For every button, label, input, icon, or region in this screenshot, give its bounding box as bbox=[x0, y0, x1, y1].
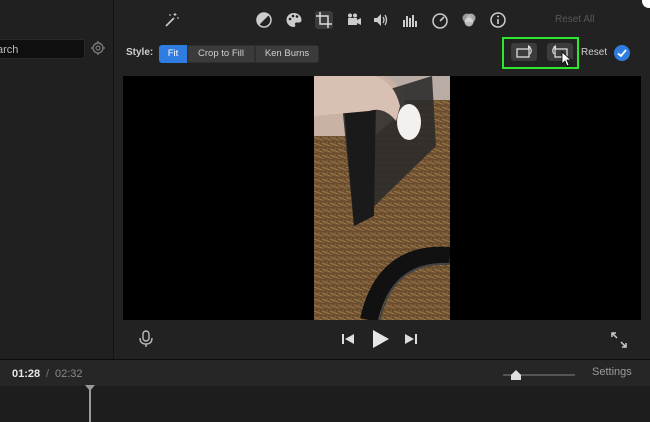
timeline-header bbox=[0, 360, 650, 386]
mouse-cursor-icon bbox=[561, 51, 573, 67]
color-balance-icon[interactable] bbox=[255, 11, 273, 29]
search-input[interactable] bbox=[0, 42, 77, 56]
viewer-panel: Reset All Style: Fit Crop to Fill Ken Bu… bbox=[114, 0, 650, 360]
skip-forward-icon[interactable] bbox=[404, 332, 418, 346]
style-label: Style: bbox=[126, 47, 154, 58]
magic-wand-icon[interactable] bbox=[162, 11, 180, 29]
speed-icon[interactable] bbox=[431, 11, 449, 29]
video-frame bbox=[314, 76, 450, 320]
timeline-area[interactable] bbox=[0, 386, 650, 422]
filter-icon[interactable] bbox=[460, 11, 478, 29]
adjustments-toolbar: Reset All bbox=[114, 0, 650, 38]
microphone-icon[interactable] bbox=[138, 330, 154, 348]
video-camera-icon[interactable] bbox=[344, 11, 362, 29]
style-crop-to-fill-button[interactable]: Crop to Fill bbox=[187, 45, 255, 63]
library-panel bbox=[0, 0, 114, 360]
rotate-counterclockwise-icon bbox=[516, 45, 532, 58]
cursor-highlight bbox=[642, 0, 650, 8]
skip-back-icon[interactable] bbox=[341, 332, 355, 346]
checkmark-icon bbox=[617, 49, 627, 58]
reset-all-button[interactable]: Reset All bbox=[555, 14, 594, 25]
equalizer-icon[interactable] bbox=[401, 11, 419, 29]
total-time: 02:32 bbox=[55, 368, 83, 380]
time-separator: / bbox=[46, 368, 50, 380]
crop-icon[interactable] bbox=[315, 11, 333, 29]
info-icon[interactable] bbox=[489, 11, 507, 29]
apply-button[interactable] bbox=[614, 45, 630, 61]
zoom-slider-knob[interactable] bbox=[510, 368, 522, 380]
color-palette-icon[interactable] bbox=[285, 11, 303, 29]
volume-icon[interactable] bbox=[372, 11, 390, 29]
style-ken-burns-button[interactable]: Ken Burns bbox=[255, 45, 319, 63]
playhead[interactable] bbox=[89, 386, 91, 422]
play-icon[interactable] bbox=[370, 328, 390, 350]
style-fit-button[interactable]: Fit bbox=[159, 45, 187, 63]
settings-button[interactable]: Settings bbox=[592, 366, 632, 378]
gear-icon[interactable] bbox=[90, 40, 106, 56]
rotate-counterclockwise-button[interactable] bbox=[511, 43, 537, 61]
reset-button[interactable]: Reset bbox=[581, 47, 607, 58]
current-time: 01:28 bbox=[12, 368, 41, 380]
fullscreen-icon[interactable] bbox=[610, 331, 628, 349]
search-field[interactable] bbox=[0, 39, 85, 59]
video-canvas[interactable] bbox=[123, 76, 641, 320]
